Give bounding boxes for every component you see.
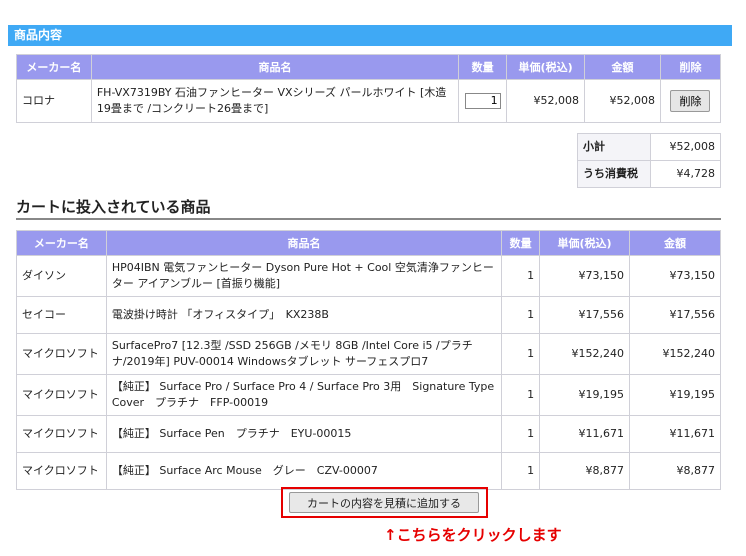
subtotal-label: 小計 — [577, 133, 651, 161]
cart-amount: ¥17,556 — [629, 296, 721, 334]
cart-unit-price: ¥19,195 — [539, 374, 631, 416]
cart-maker: ダイソン — [16, 255, 107, 297]
cart-name: 【純正】 Surface Pro / Surface Pro 4 / Surfa… — [105, 374, 503, 416]
product-unit-price: ¥52,008 — [506, 79, 586, 123]
product-delete-cell: 削除 — [659, 79, 722, 123]
cart-unit-price: ¥17,556 — [539, 296, 631, 334]
product-row: コロナ FH-VX7319BY 石油ファンヒーター VXシリーズ パールホワイト… — [16, 79, 722, 123]
product-name: FH-VX7319BY 石油ファンヒーター VXシリーズ パールホワイト [木造… — [90, 79, 460, 123]
table-row: マイクロソフト 【純正】 Surface Arc Mouse グレー CZV-0… — [16, 452, 721, 490]
quantity-input[interactable] — [464, 92, 501, 109]
cart-maker: マイクロソフト — [16, 415, 107, 453]
product-maker: コロナ — [16, 79, 92, 123]
header-amount: 金額 — [584, 54, 661, 80]
cart-maker: マイクロソフト — [16, 333, 107, 375]
cart-name: 【純正】 Surface Arc Mouse グレー CZV-00007 — [105, 452, 503, 490]
cart-maker: セイコー — [16, 296, 107, 334]
section-title-bar: 商品内容 — [8, 25, 732, 46]
cart-qty: 1 — [501, 374, 541, 416]
product-amount: ¥52,008 — [584, 79, 661, 123]
cart-table-header: メーカー名 商品名 数量 単価(税込) 金額 — [16, 230, 721, 256]
table-row: マイクロソフト 【純正】 Surface Pro / Surface Pro 4… — [16, 374, 721, 416]
cart-qty: 1 — [501, 333, 541, 375]
subtotal-value: ¥52,008 — [650, 133, 721, 161]
cart-qty: 1 — [501, 415, 541, 453]
subtotal-row: 小計 ¥52,008 — [577, 133, 721, 161]
cart-name: HP04IBN 電気ファンヒーター Dyson Pure Hot + Cool … — [105, 255, 503, 297]
cart-maker: マイクロソフト — [16, 452, 107, 490]
cart-qty: 1 — [501, 296, 541, 334]
cart-amount: ¥11,671 — [629, 415, 721, 453]
cart-amount: ¥73,150 — [629, 255, 721, 297]
product-qty-cell — [458, 79, 508, 123]
cart-qty: 1 — [501, 452, 541, 490]
header-name: 商品名 — [90, 54, 460, 80]
cart-maker: マイクロソフト — [16, 374, 107, 416]
table-row: マイクロソフト SurfacePro7 [12.3型 /SSD 256GB /メ… — [16, 333, 721, 375]
header-maker: メーカー名 — [16, 54, 92, 80]
cart-header-unit-price: 単価(税込) — [539, 230, 631, 256]
summary-table: 小計 ¥52,008 うち消費税 ¥4,728 — [577, 133, 721, 188]
product-table-header: メーカー名 商品名 数量 単価(税込) 金額 削除 — [16, 54, 722, 80]
cart-heading: カートに投入されている商品 — [16, 198, 211, 216]
table-row: セイコー 電波掛け時計 「オフィスタイプ」 KX238B 1 ¥17,556 ¥… — [16, 296, 721, 334]
tax-row: うち消費税 ¥4,728 — [577, 160, 721, 188]
add-to-quote-button[interactable]: カートの内容を見積に追加する — [289, 492, 479, 513]
header-qty: 数量 — [458, 54, 508, 80]
cart-amount: ¥152,240 — [629, 333, 721, 375]
tax-value: ¥4,728 — [650, 160, 721, 188]
cart-name: SurfacePro7 [12.3型 /SSD 256GB /メモリ 8GB /… — [105, 333, 503, 375]
cart-unit-price: ¥73,150 — [539, 255, 631, 297]
cart-table: メーカー名 商品名 数量 単価(税込) 金額 ダイソン HP04IBN 電気ファ… — [16, 230, 721, 490]
cart-amount: ¥19,195 — [629, 374, 721, 416]
cart-heading-divider — [16, 218, 721, 220]
table-row: マイクロソフト 【純正】 Surface Pen プラチナ EYU-00015 … — [16, 415, 721, 453]
cart-name: 【純正】 Surface Pen プラチナ EYU-00015 — [105, 415, 503, 453]
cart-header-amount: 金額 — [629, 230, 721, 256]
cart-unit-price: ¥11,671 — [539, 415, 631, 453]
click-hint: ↑こちらをクリックします — [384, 526, 562, 544]
cart-unit-price: ¥152,240 — [539, 333, 631, 375]
delete-button[interactable]: 削除 — [670, 90, 711, 112]
section-title: 商品内容 — [14, 28, 63, 42]
header-unit-price: 単価(税込) — [506, 54, 586, 80]
cart-amount: ¥8,877 — [629, 452, 721, 490]
cart-header-qty: 数量 — [501, 230, 541, 256]
tax-label: うち消費税 — [577, 160, 651, 188]
product-table: メーカー名 商品名 数量 単価(税込) 金額 削除 コロナ FH-VX7319B… — [16, 54, 722, 123]
cart-unit-price: ¥8,877 — [539, 452, 631, 490]
cart-name: 電波掛け時計 「オフィスタイプ」 KX238B — [105, 296, 503, 334]
table-row: ダイソン HP04IBN 電気ファンヒーター Dyson Pure Hot + … — [16, 255, 721, 297]
cart-qty: 1 — [501, 255, 541, 297]
cart-header-name: 商品名 — [105, 230, 503, 256]
header-delete: 削除 — [659, 54, 722, 80]
cart-header-maker: メーカー名 — [16, 230, 107, 256]
